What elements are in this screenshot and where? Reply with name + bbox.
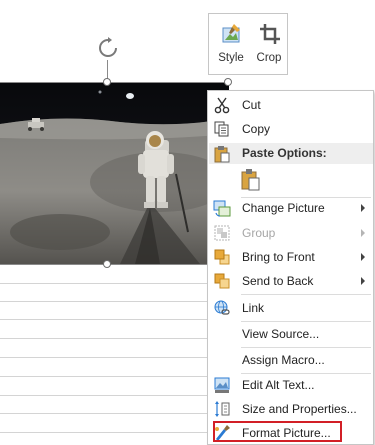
crop-icon <box>258 22 282 46</box>
format-picture-highlight <box>213 421 342 442</box>
link-globe-icon <box>213 299 231 317</box>
grid-row-line <box>0 413 210 414</box>
resize-handle-bottom[interactable] <box>103 260 111 268</box>
grid-row-line <box>0 395 210 396</box>
selection-top-border <box>0 82 229 83</box>
grid-row-line <box>0 301 210 302</box>
menu-item-label: Cut <box>242 98 261 112</box>
submenu-arrow-icon <box>361 253 365 261</box>
menu-item-label: Link <box>242 301 265 315</box>
menu-item-label: Copy <box>242 122 271 136</box>
group-icon <box>213 224 231 242</box>
menu-item-assign-macro[interactable]: Assign Macro... <box>208 348 373 372</box>
menu-item-copy[interactable]: Copy <box>208 117 373 141</box>
style-button[interactable]: Style <box>211 14 251 74</box>
menu-item-group[interactable]: Group <box>208 221 373 245</box>
grid-row-line <box>0 432 210 433</box>
grid-row-line <box>0 319 210 320</box>
crop-button[interactable]: Crop <box>249 14 289 74</box>
submenu-arrow-icon <box>361 229 365 237</box>
menu-item-label: Bring to Front <box>242 250 315 264</box>
context-menu: Cut Copy Paste Options: Change Picture G… <box>207 90 374 445</box>
clipboard-icon <box>213 145 231 163</box>
clipboard-icon <box>241 169 260 191</box>
menu-item-cut[interactable]: Cut <box>208 93 373 117</box>
selected-picture[interactable] <box>0 82 229 264</box>
paste-option-button[interactable] <box>240 168 262 192</box>
crop-label: Crop <box>256 52 282 64</box>
menu-item-label: Size and Properties... <box>242 402 357 416</box>
menu-item-link[interactable]: Link <box>208 296 373 320</box>
menu-separator <box>241 294 371 295</box>
selection-bottom-border <box>0 264 229 265</box>
bring-front-icon <box>213 248 231 266</box>
menu-item-bring-to-front[interactable]: Bring to Front <box>208 245 373 269</box>
grid-row-line <box>0 338 210 339</box>
scissors-icon <box>213 96 231 114</box>
size-icon <box>213 400 231 418</box>
menu-item-send-to-back[interactable]: Send to Back <box>208 269 373 293</box>
alt-text-icon <box>213 376 231 394</box>
rotate-handle-icon[interactable] <box>96 36 120 60</box>
menu-item-label: Edit Alt Text... <box>242 378 315 392</box>
menu-item-view-source[interactable]: View Source... <box>208 322 373 346</box>
submenu-arrow-icon <box>361 204 365 212</box>
resize-handle-top-right[interactable] <box>224 78 232 86</box>
mini-toolbar: Style Crop <box>208 13 288 75</box>
menu-item-edit-alt-text[interactable]: Edit Alt Text... <box>208 373 373 397</box>
picture-swap-icon <box>213 199 231 217</box>
grid-row-line <box>0 357 210 358</box>
resize-handle-top[interactable] <box>103 78 111 86</box>
menu-item-size-and-properties[interactable]: Size and Properties... <box>208 397 373 421</box>
menu-item-label: Change Picture <box>242 201 325 215</box>
menu-item-label: Group <box>242 226 276 240</box>
grid-row-line <box>0 283 210 284</box>
menu-item-change-picture[interactable]: Change Picture <box>208 196 373 220</box>
menu-item-label: Send to Back <box>242 274 314 288</box>
grid-row-line <box>0 376 210 377</box>
paste-options-header: Paste Options: <box>209 143 373 164</box>
send-back-icon <box>213 272 231 290</box>
copy-icon <box>213 120 231 138</box>
menu-item-label: View Source... <box>242 327 320 341</box>
submenu-arrow-icon <box>361 277 365 285</box>
menu-item-label: Assign Macro... <box>242 353 325 367</box>
style-brush-icon <box>220 22 244 46</box>
paste-options-label: Paste Options: <box>242 146 327 160</box>
style-label: Style <box>218 52 244 64</box>
